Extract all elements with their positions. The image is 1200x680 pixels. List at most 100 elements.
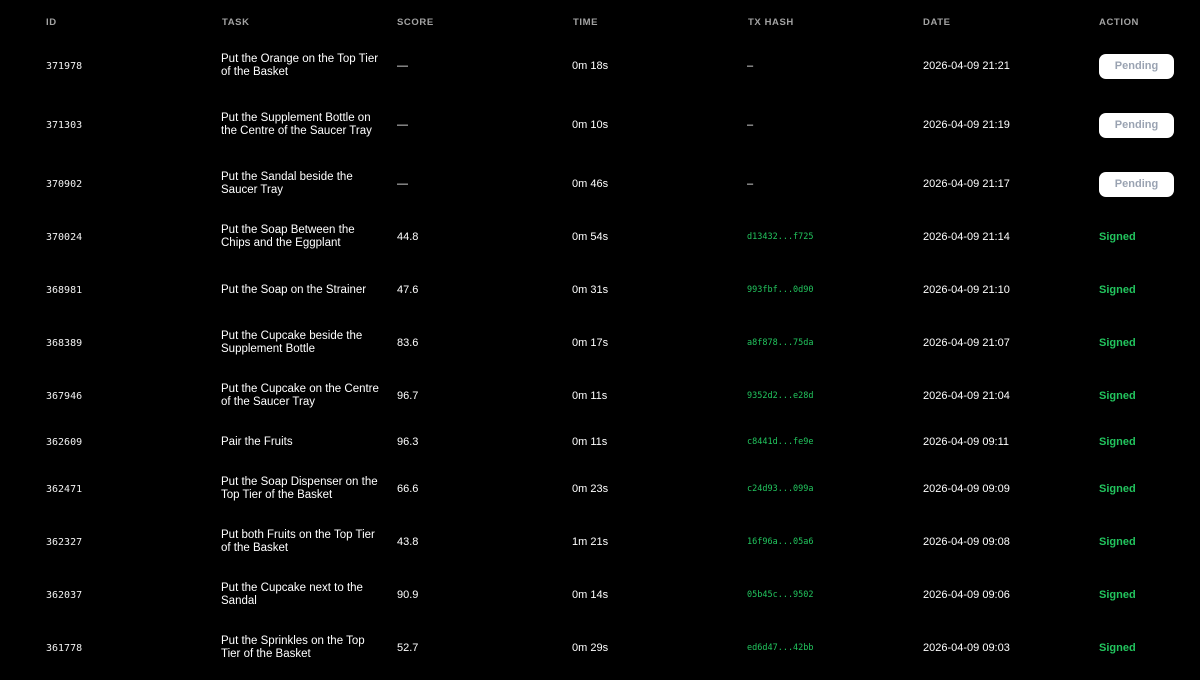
table-row: 362327 Put both Fruits on the Top Tier o… — [0, 516, 1200, 568]
task-date: 2026-04-09 21:14 — [923, 231, 1010, 243]
task-id: 370902 — [46, 178, 83, 190]
tx-hash[interactable]: d13432...f725 — [747, 211, 907, 263]
table-row: 371978 Put the Orange on the Top Tier of… — [0, 40, 1200, 92]
task-time: 0m 46s — [572, 178, 609, 190]
task-time: 1m 21s — [572, 536, 609, 548]
task-name: Put the Soap Dispenser on the Top Tier o… — [221, 476, 378, 501]
task-date: 2026-04-09 21:19 — [923, 119, 1010, 131]
signed-status: Signed — [1099, 284, 1136, 296]
tx-hash[interactable]: 993fbf...0d90 — [747, 264, 907, 316]
tx-hash: – — [747, 178, 754, 190]
table-row: 368389 Put the Cupcake beside the Supple… — [0, 317, 1200, 369]
task-date: 2026-04-09 09:11 — [923, 436, 1010, 448]
task-name: Put the Soap on the Strainer — [221, 283, 367, 296]
tx-hash[interactable]: 16f96a...05a6 — [747, 516, 907, 568]
task-score: — — [397, 178, 408, 190]
task-id: 368389 — [46, 337, 83, 349]
task-score: 83.6 — [397, 337, 419, 349]
task-date: 2026-04-09 21:07 — [923, 337, 1010, 349]
column-header-action: ACTION — [1099, 17, 1140, 28]
task-date: 2026-04-09 09:08 — [923, 536, 1010, 548]
task-score: — — [397, 119, 408, 131]
task-name: Put both Fruits on the Top Tier of the B… — [221, 529, 375, 554]
table-row: 367946 Put the Cupcake on the Centre of … — [0, 370, 1200, 422]
pending-button[interactable]: Pending — [1099, 112, 1174, 138]
task-id: 362609 — [46, 436, 83, 448]
task-date: 2026-04-09 21:04 — [923, 390, 1010, 402]
task-id: 371978 — [46, 60, 83, 72]
task-time: 0m 23s — [572, 483, 609, 495]
column-header-tx-hash: TX HASH — [748, 17, 794, 28]
task-id: 371303 — [46, 119, 83, 131]
table-row: 362471 Put the Soap Dispenser on the Top… — [0, 463, 1200, 515]
task-time: 0m 17s — [572, 337, 609, 349]
task-date: 2026-04-09 09:03 — [923, 642, 1010, 654]
task-score: 96.3 — [397, 436, 419, 448]
task-time: 0m 29s — [572, 642, 609, 654]
task-name: Put the Soap Between the Chips and the E… — [221, 224, 355, 249]
signed-status: Signed — [1099, 436, 1136, 448]
action-cell: Pending — [1099, 158, 1189, 210]
task-name: Put the Cupcake on the Centre of the Sau… — [221, 383, 379, 408]
task-date: 2026-04-09 09:06 — [923, 589, 1010, 601]
task-id: 368981 — [46, 284, 83, 296]
tx-hash[interactable]: a8f878...75da — [747, 317, 907, 369]
task-time: 0m 18s — [572, 60, 609, 72]
task-name: Put the Cupcake beside the Supplement Bo… — [221, 330, 363, 355]
tx-hash: – — [747, 60, 754, 72]
pending-button[interactable]: Pending — [1099, 53, 1174, 79]
action-cell: Pending — [1099, 99, 1189, 151]
task-score: 47.6 — [397, 284, 419, 296]
task-name: Put the Orange on the Top Tier of the Ba… — [221, 53, 379, 78]
task-id: 362327 — [46, 536, 83, 548]
table-row: 370024 Put the Soap Between the Chips an… — [0, 211, 1200, 263]
task-date: 2026-04-09 21:10 — [923, 284, 1010, 296]
signed-status: Signed — [1099, 536, 1136, 548]
column-header-id: ID — [46, 17, 57, 28]
task-id: 367946 — [46, 390, 83, 402]
signed-status: Signed — [1099, 231, 1136, 243]
task-id: 362471 — [46, 483, 83, 495]
pending-button[interactable]: Pending — [1099, 171, 1174, 197]
table-row: 368981 Put the Soap on the Strainer 47.6… — [0, 264, 1200, 316]
task-date: 2026-04-09 21:21 — [923, 60, 1010, 72]
task-date: 2026-04-09 21:17 — [923, 178, 1010, 190]
tx-hash[interactable]: ed6d47...42bb — [747, 622, 907, 674]
task-name: Pair the Fruits — [221, 435, 293, 448]
table-row: 362609 Pair the Fruits 96.3 0m 11s c8441… — [0, 422, 1200, 462]
column-header-task: TASK — [222, 17, 250, 28]
signed-status: Signed — [1099, 337, 1136, 349]
task-time: 0m 10s — [572, 119, 609, 131]
action-cell: Pending — [1099, 40, 1189, 92]
task-score: — — [397, 60, 408, 72]
column-header-score: SCORE — [397, 17, 434, 28]
tx-hash: – — [747, 119, 754, 131]
task-score: 90.9 — [397, 589, 419, 601]
table-row: 371303 Put the Supplement Bottle on the … — [0, 99, 1200, 151]
task-score: 66.6 — [397, 483, 419, 495]
task-time: 0m 11s — [572, 436, 608, 448]
task-time: 0m 54s — [572, 231, 609, 243]
task-date: 2026-04-09 09:09 — [923, 483, 1010, 495]
task-name: Put the Sandal beside the Saucer Tray — [221, 171, 353, 196]
tx-hash[interactable]: c8441d...fe9e — [747, 422, 907, 462]
column-header-time: TIME — [573, 17, 599, 28]
table-row: 361778 Put the Sprinkles on the Top Tier… — [0, 622, 1200, 674]
task-id: 361778 — [46, 642, 83, 654]
table-row: 362037 Put the Cupcake next to the Sanda… — [0, 569, 1200, 621]
tx-hash[interactable]: c24d93...099a — [747, 463, 907, 515]
task-score: 43.8 — [397, 536, 419, 548]
task-time: 0m 31s — [572, 284, 609, 296]
task-name: Put the Sprinkles on the Top Tier of the… — [221, 635, 365, 660]
task-name: Put the Cupcake next to the Sandal — [221, 582, 363, 607]
task-time: 0m 14s — [572, 589, 609, 601]
tx-hash[interactable]: 9352d2...e28d — [747, 370, 907, 422]
task-id: 362037 — [46, 589, 83, 601]
signed-status: Signed — [1099, 390, 1136, 402]
signed-status: Signed — [1099, 642, 1136, 654]
task-score: 44.8 — [397, 231, 419, 243]
tx-hash[interactable]: 05b45c...9502 — [747, 569, 907, 621]
task-name: Put the Supplement Bottle on the Centre … — [221, 112, 372, 137]
signed-status: Signed — [1099, 483, 1136, 495]
task-id: 370024 — [46, 231, 83, 243]
